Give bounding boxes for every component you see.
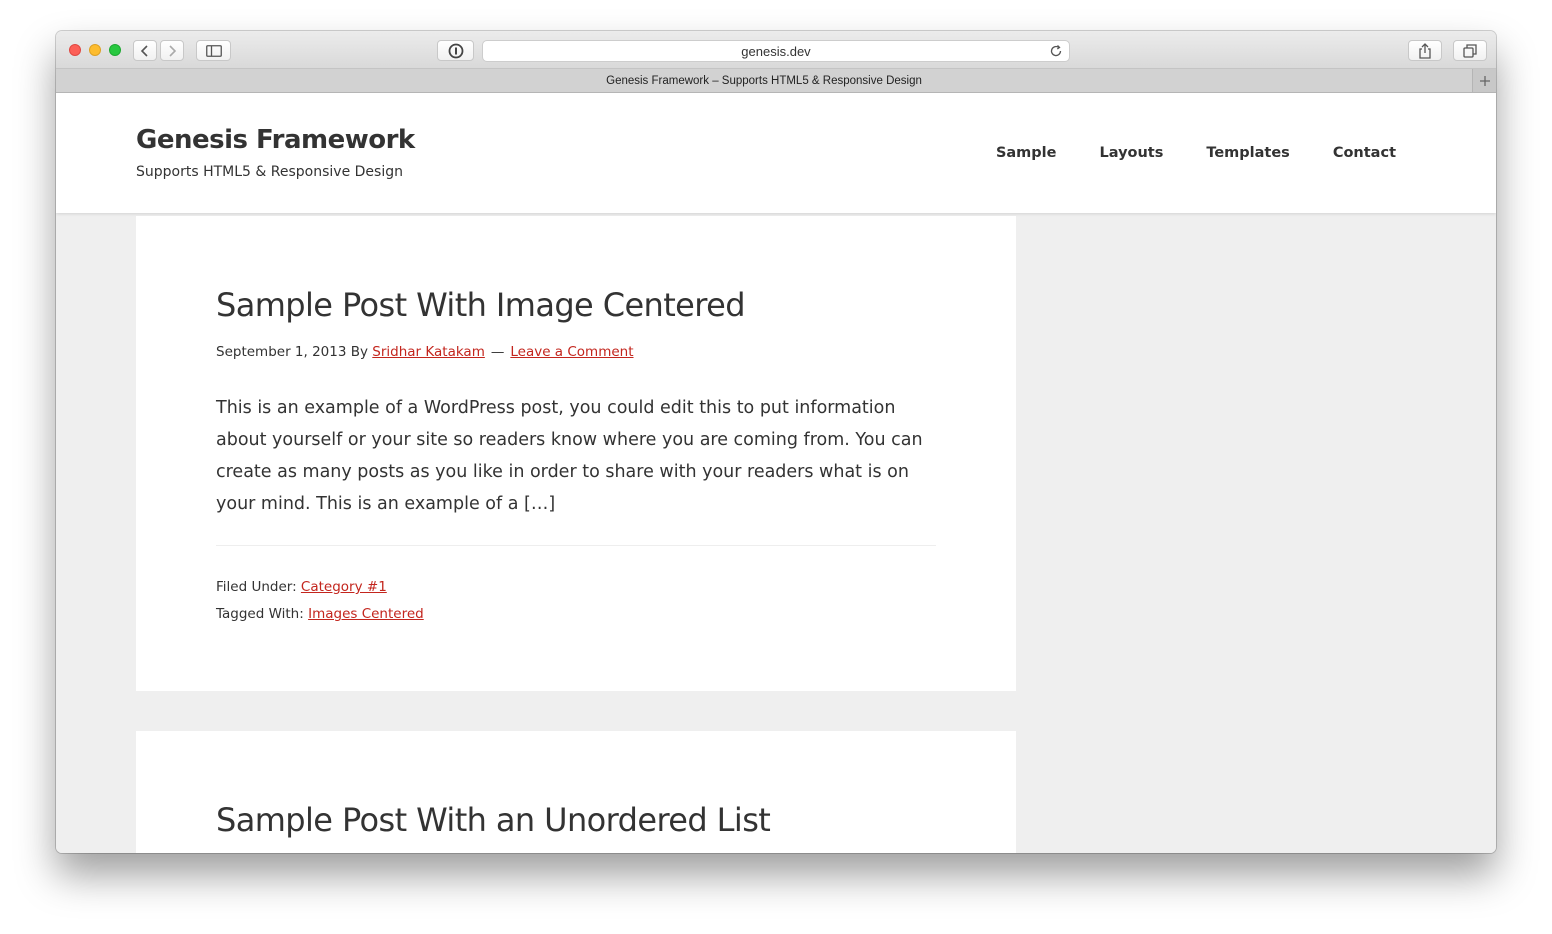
forward-button[interactable]	[160, 40, 184, 61]
show-tabs-button[interactable]	[1453, 40, 1487, 61]
reload-icon[interactable]	[1049, 44, 1063, 58]
info-button[interactable]	[437, 40, 474, 61]
site-description: Supports HTML5 & Responsive Design	[136, 164, 403, 180]
post-entry: Sample Post With Image Centered Septembe…	[136, 216, 1016, 691]
nav-item-contact[interactable]: Contact	[1333, 145, 1396, 161]
author-link[interactable]: Sridhar Katakam	[372, 344, 485, 360]
browser-toolbar: genesis.dev	[56, 31, 1496, 69]
share-button[interactable]	[1408, 40, 1442, 61]
tab-bar: Genesis Framework – Supports HTML5 & Res…	[56, 69, 1496, 93]
site-header: Genesis Framework Supports HTML5 & Respo…	[56, 93, 1496, 213]
active-tab[interactable]: Genesis Framework – Supports HTML5 & Res…	[56, 69, 1472, 92]
back-button[interactable]	[133, 40, 157, 61]
filed-under-row: Filed Under: Category #1	[216, 574, 424, 601]
sidebar-icon	[205, 44, 222, 57]
nav-item-sample[interactable]: Sample	[996, 145, 1057, 161]
sidebar-button[interactable]	[196, 40, 231, 61]
post-title[interactable]: Sample Post With an Unordered List	[216, 801, 771, 839]
new-tab-icon	[1479, 75, 1490, 86]
close-window-button[interactable]	[69, 44, 81, 56]
primary-nav: Sample Layouts Templates Contact	[953, 145, 1396, 161]
address-bar[interactable]: genesis.dev	[482, 40, 1070, 62]
leave-comment-link[interactable]: Leave a Comment	[510, 344, 633, 360]
post-entry: Sample Post With an Unordered List	[136, 731, 1016, 853]
tagged-with-label: Tagged With:	[216, 606, 309, 622]
tagged-with-row: Tagged With: Images Centered	[216, 601, 424, 628]
page-viewport[interactable]: Genesis Framework Supports HTML5 & Respo…	[56, 93, 1496, 853]
site-title[interactable]: Genesis Framework	[136, 125, 415, 155]
forward-icon	[169, 44, 177, 57]
filed-under-label: Filed Under:	[216, 579, 301, 595]
entry-divider	[216, 545, 936, 546]
new-tab-button[interactable]	[1472, 69, 1496, 92]
back-icon	[140, 44, 148, 57]
post-meta: September 1, 2013 By Sridhar Katakam — Lea…	[216, 344, 634, 360]
nav-item-templates[interactable]: Templates	[1206, 145, 1289, 161]
post-title[interactable]: Sample Post With Image Centered	[216, 286, 746, 324]
meta-separator: —	[490, 344, 505, 360]
share-icon	[1419, 42, 1431, 59]
tag-link[interactable]: Images Centered	[308, 606, 424, 622]
post-date-by: September 1, 2013 By	[216, 344, 373, 360]
nav-item-layouts[interactable]: Layouts	[1099, 145, 1163, 161]
browser-window: genesis.dev Genesis Framework – Supports…	[56, 31, 1496, 853]
zoom-window-button[interactable]	[109, 44, 121, 56]
info-icon	[448, 43, 463, 58]
post-footer: Filed Under: Category #1 Tagged With: Im…	[216, 574, 424, 628]
minimize-window-button[interactable]	[89, 44, 101, 56]
category-link[interactable]: Category #1	[301, 579, 387, 595]
post-excerpt: This is an example of a WordPress post, …	[216, 398, 923, 514]
tabs-icon	[1463, 43, 1477, 58]
url-text: genesis.dev	[741, 43, 811, 59]
